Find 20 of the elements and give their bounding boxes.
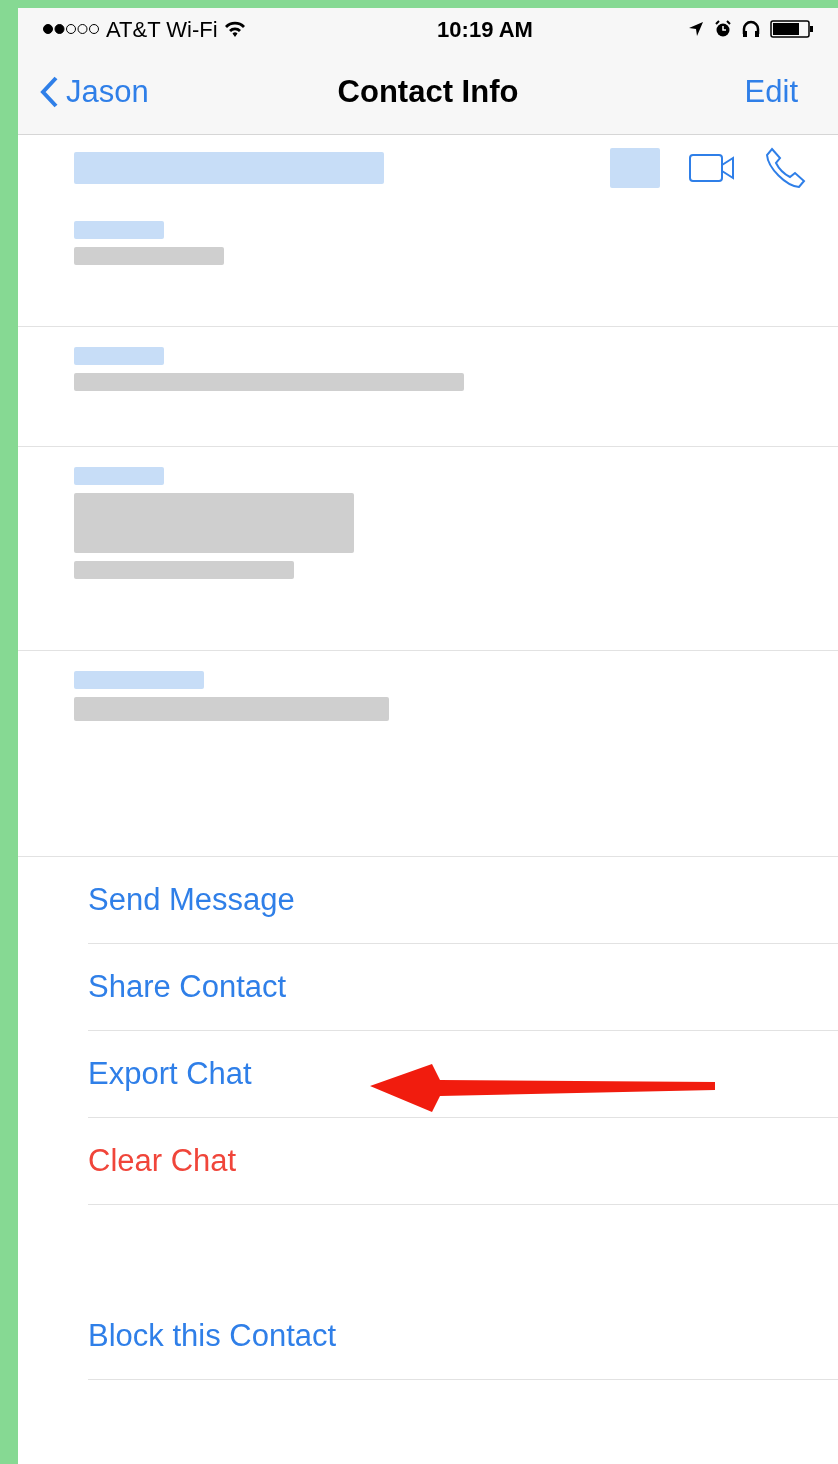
screen-title: Contact Info [336, 72, 520, 111]
signal-icon [42, 23, 100, 35]
phone-icon [764, 146, 808, 190]
blurred-text [610, 148, 660, 188]
battery-icon [770, 20, 814, 38]
alarm-icon [714, 20, 732, 38]
video-camera-icon [688, 153, 736, 183]
action-row[interactable]: Block this Contact [88, 1312, 337, 1360]
action-row[interactable]: Share Contact [88, 963, 287, 1011]
action-row[interactable]: Clear Chat [88, 1137, 237, 1185]
status-time: 10:19 AM [436, 15, 534, 44]
action-row[interactable]: Export Chat [88, 1050, 252, 1098]
back-button[interactable]: Jason [40, 68, 290, 116]
carrier-name: AT&T Wi-Fi [106, 15, 218, 44]
location-icon [688, 21, 704, 37]
action-row[interactable]: Send Message [88, 876, 295, 924]
wifi-icon [223, 20, 246, 38]
edit-button[interactable]: Edit [744, 68, 816, 116]
headphones-icon [742, 20, 760, 38]
chevron-left-icon [40, 76, 58, 108]
